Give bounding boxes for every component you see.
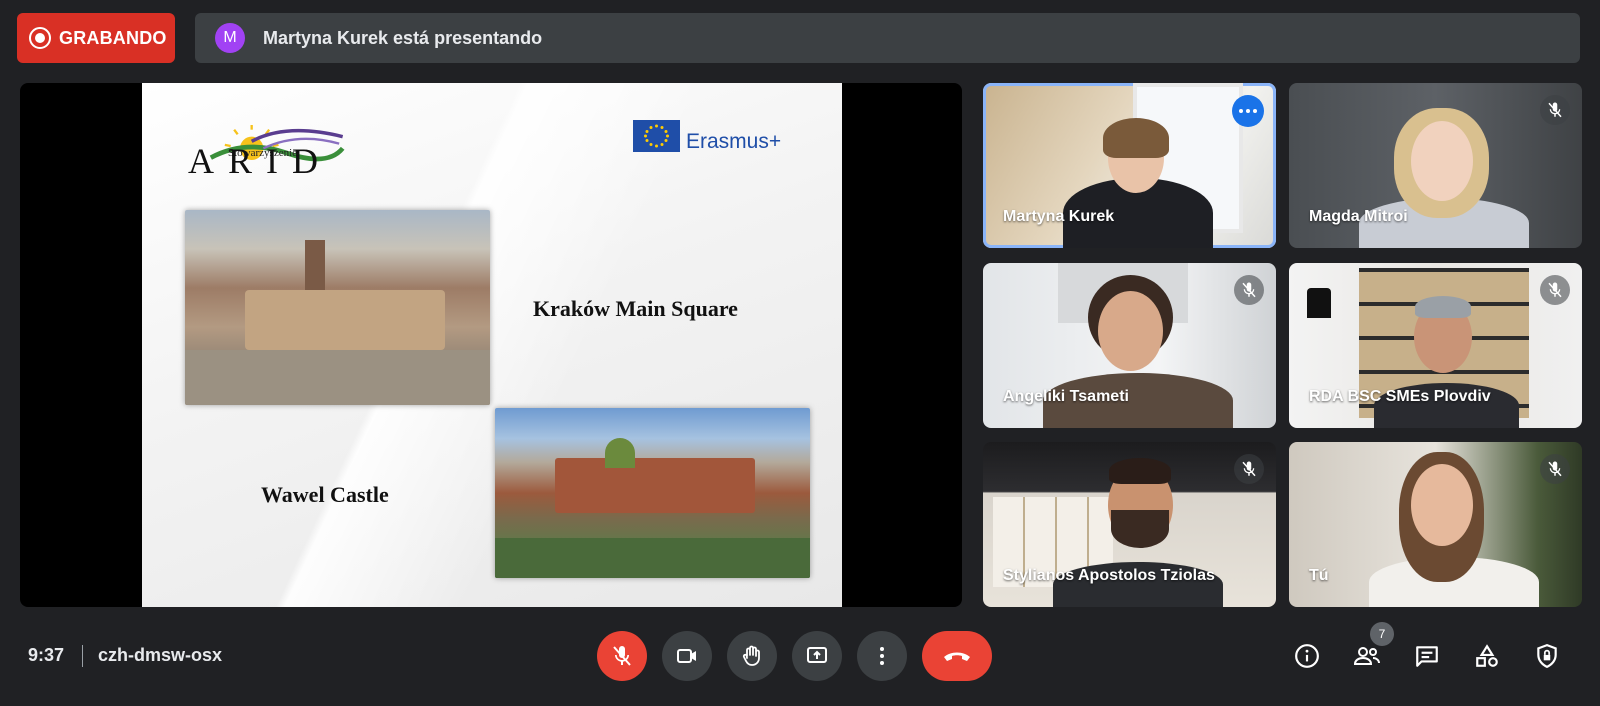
meeting-time: 9:37 [28,645,65,665]
presenting-bar: M Martyna Kurek está presentando [195,13,1580,63]
lamp [1307,288,1331,318]
mic-off-icon [1234,275,1264,305]
record-icon [29,27,51,49]
participant-hair [1103,118,1169,158]
more-vertical-icon [880,647,884,665]
participant-hair [1415,296,1471,318]
meeting-code[interactable]: czh-dmsw-osx [98,645,222,666]
people-icon [1353,647,1380,665]
participant-face [1411,121,1473,201]
mic-off-icon [613,646,631,666]
shield-lock-icon [1537,644,1557,669]
slide-title-krakow: Kraków Main Square [533,296,738,321]
participant-name: Martyna Kurek [1003,208,1115,225]
more-options-button[interactable] [857,631,907,681]
participant-name: Angeliki Tsameti [1003,388,1129,405]
participant-name: RDA BSC SMEs Plovdiv [1309,388,1491,405]
raise-hand-button[interactable] [727,631,777,681]
recording-badge[interactable]: GRABANDO [17,13,175,63]
erasmus-label: Erasmus+ [686,130,782,153]
footer-divider [82,645,83,667]
presentation-stage[interactable] [20,83,962,607]
mic-off-icon [1234,454,1264,484]
more-options-button[interactable] [1232,95,1264,127]
leave-call-button[interactable] [922,631,992,681]
mic-toggle-button[interactable] [597,631,647,681]
meeting-details-button[interactable] [1291,640,1323,672]
participant-name: Magda Mitroi [1309,208,1408,225]
participant-beard [1111,510,1169,548]
participant-face [1098,291,1163,371]
participant-tile-stylianos[interactable]: Stylianos Apostolos Tziolas [983,442,1276,607]
presenter-avatar: M [215,23,245,53]
slide-title-wawel: Wawel Castle [261,482,389,507]
participant-tile-angeliki[interactable]: Angeliki Tsameti [983,263,1276,428]
mic-off-icon [1540,275,1570,305]
recording-label: GRABANDO [59,27,167,48]
eu-flag-icon [633,120,680,152]
participant-name: Tú [1309,567,1329,584]
mic-off-icon [1540,95,1570,125]
hang-up-icon [944,652,970,661]
krakow-photo [185,210,490,405]
activities-button[interactable] [1471,640,1503,672]
chat-button[interactable] [1411,640,1443,672]
presenting-text: Martyna Kurek está presentando [263,27,543,48]
activities-icon [1476,644,1498,667]
host-controls-button[interactable] [1531,640,1563,672]
people-button[interactable] [1351,640,1383,672]
participant-tile-magda[interactable]: Magda Mitroi [1289,83,1582,248]
hand-icon [742,645,760,666]
participant-face [1411,464,1473,546]
participant-tile-martyna[interactable]: Martyna Kurek [983,83,1276,248]
camera-icon [677,649,696,663]
participant-tile-rda[interactable]: RDA BSC SMEs Plovdiv [1289,263,1582,428]
present-screen-icon [807,647,827,663]
camera-toggle-button[interactable] [662,631,712,681]
participant-name: Stylianos Apostolos Tziolas [1003,567,1215,584]
participant-tile-self[interactable]: Tú [1289,442,1582,607]
participant-hair [1109,458,1171,484]
info-icon [1295,644,1319,668]
logo-big-text: ARID [188,141,332,181]
present-screen-button[interactable] [792,631,842,681]
wawel-photo [495,408,810,578]
chat-icon [1416,646,1438,667]
mic-off-icon [1540,454,1570,484]
